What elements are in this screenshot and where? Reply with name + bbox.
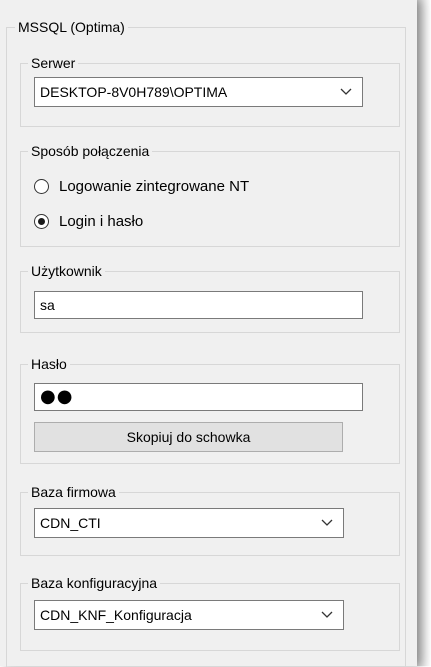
connection-method-group: Sposób połączenia Logowanie zintegrowane… — [20, 143, 400, 247]
config-db-group: Baza konfiguracyjna CDN_KNF_Konfiguracja — [20, 575, 400, 651]
settings-panel: MSSQL (Optima) Serwer DESKTOP-8V0H789\OP… — [0, 0, 417, 667]
radio-button-unchecked[interactable] — [34, 178, 49, 194]
user-input[interactable]: sa — [34, 291, 363, 319]
chevron-down-icon — [321, 519, 333, 526]
chevron-down-icon — [321, 611, 333, 618]
password-masked-value: ●● — [40, 386, 74, 407]
password-input[interactable]: ●● — [34, 383, 363, 411]
company-db-group: Baza firmowa CDN_CTI — [20, 484, 400, 556]
radio-integrated-nt-label: Logowanie zintegrowane NT — [59, 177, 250, 195]
window-shadow — [417, 0, 431, 666]
chevron-down-icon — [340, 88, 352, 95]
password-group: Hasło ●● Skopiuj do schowka — [20, 356, 400, 464]
radio-integrated-nt[interactable]: Logowanie zintegrowane NT — [34, 175, 249, 197]
mssql-group-label: MSSQL (Optima) — [15, 19, 128, 36]
server-combobox-value: DESKTOP-8V0H789\OPTIMA — [40, 84, 228, 100]
company-db-combobox-value: CDN_CTI — [40, 515, 101, 531]
server-group: Serwer DESKTOP-8V0H789\OPTIMA — [20, 55, 400, 127]
config-db-combobox[interactable]: CDN_KNF_Konfiguracja — [34, 600, 344, 630]
config-db-label: Baza konfiguracyjna — [28, 575, 161, 592]
password-group-label: Hasło — [28, 356, 70, 373]
radio-login-password-label: Login i hasło — [59, 212, 144, 230]
config-db-combobox-value: CDN_KNF_Konfiguracja — [40, 607, 192, 623]
connection-method-label: Sposób połączenia — [28, 143, 153, 160]
user-group: Użytkownik sa — [20, 263, 400, 333]
company-db-combobox[interactable]: CDN_CTI — [34, 508, 344, 538]
server-combobox[interactable]: DESKTOP-8V0H789\OPTIMA — [34, 77, 363, 107]
radio-login-password[interactable]: Login i hasło — [34, 210, 143, 232]
copy-to-clipboard-button[interactable]: Skopiuj do schowka — [34, 422, 343, 452]
server-group-label: Serwer — [28, 55, 79, 72]
user-group-label: Użytkownik — [28, 263, 105, 280]
radio-button-checked[interactable] — [34, 213, 49, 229]
company-db-label: Baza firmowa — [28, 484, 119, 501]
